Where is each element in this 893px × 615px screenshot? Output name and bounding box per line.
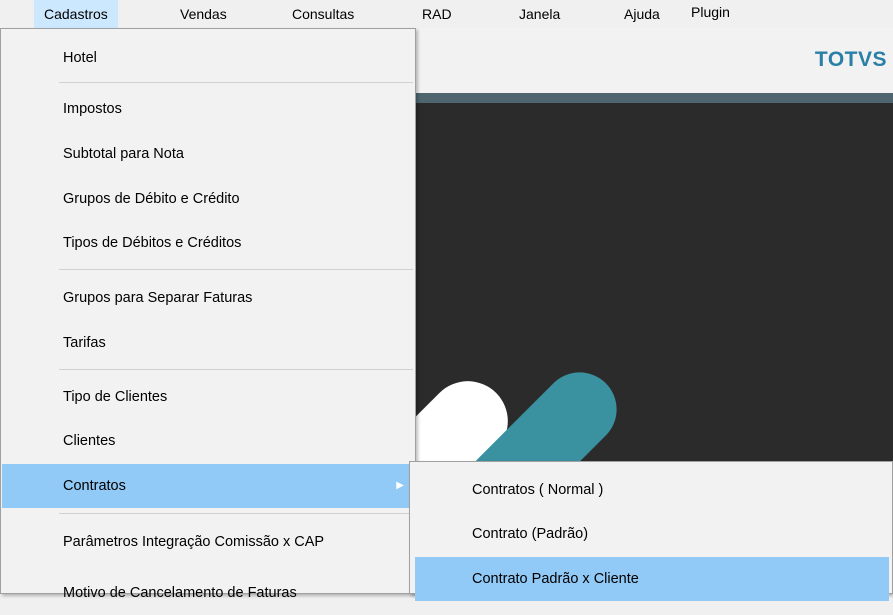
header-divider [416,93,893,103]
menu-separator [59,82,413,83]
contratos-submenu: Contratos ( Normal ) Contrato (Padrão) C… [409,461,893,601]
submenu-arrow-icon: ▶ [396,480,404,491]
menu-item-tarifas[interactable]: Tarifas [2,321,414,365]
menu-item-tipo-clientes[interactable]: Tipo de Clientes [2,375,414,419]
menu-item-grupos-debito-credito[interactable]: Grupos de Débito e Crédito [2,177,414,221]
menu-separator [59,269,413,270]
menu-bar: Cadastros Vendas Consultas RAD Janela Aj… [0,0,893,28]
menu-janela[interactable]: Janela [509,0,570,28]
submenu-item-contratos-normal[interactable]: Contratos ( Normal ) [415,468,889,512]
menu-item-contratos-label: Contratos [63,478,126,494]
totvs-logo: TOTVS [814,48,887,71]
menu-item-contratos[interactable]: Contratos ▶ [2,464,414,508]
menu-rad[interactable]: RAD [412,0,462,28]
menu-item-motivo-cancelamento[interactable]: Motivo de Cancelamento de Faturas [2,571,414,615]
menu-item-hotel[interactable]: Hotel [2,36,414,80]
cadastros-dropdown: Hotel Impostos Subtotal para Nota Grupos… [0,28,416,601]
menu-item-grupos-separar-faturas[interactable]: Grupos para Separar Faturas [2,276,414,320]
menu-item-impostos[interactable]: Impostos [2,87,414,131]
menu-item-clientes[interactable]: Clientes [2,419,414,463]
menu-cadastros[interactable]: Cadastros [34,0,118,28]
menu-vendas[interactable]: Vendas [170,0,237,28]
menu-ajuda[interactable]: Ajuda [614,0,670,28]
submenu-item-contrato-padrao[interactable]: Contrato (Padrão) [415,512,889,556]
menu-item-tipos-debitos-creditos[interactable]: Tipos de Débitos e Créditos [2,221,414,265]
menu-separator [59,369,413,370]
menu-item-subtotal-nota[interactable]: Subtotal para Nota [2,132,414,176]
submenu-item-contrato-padrao-cliente[interactable]: Contrato Padrão x Cliente [415,557,889,601]
menu-plugin[interactable]: Plugin [681,0,740,28]
menu-item-parametros-integracao[interactable]: Parâmetros Integração Comissão x CAP [2,520,414,564]
menu-consultas[interactable]: Consultas [282,0,364,28]
menu-separator [59,513,413,514]
